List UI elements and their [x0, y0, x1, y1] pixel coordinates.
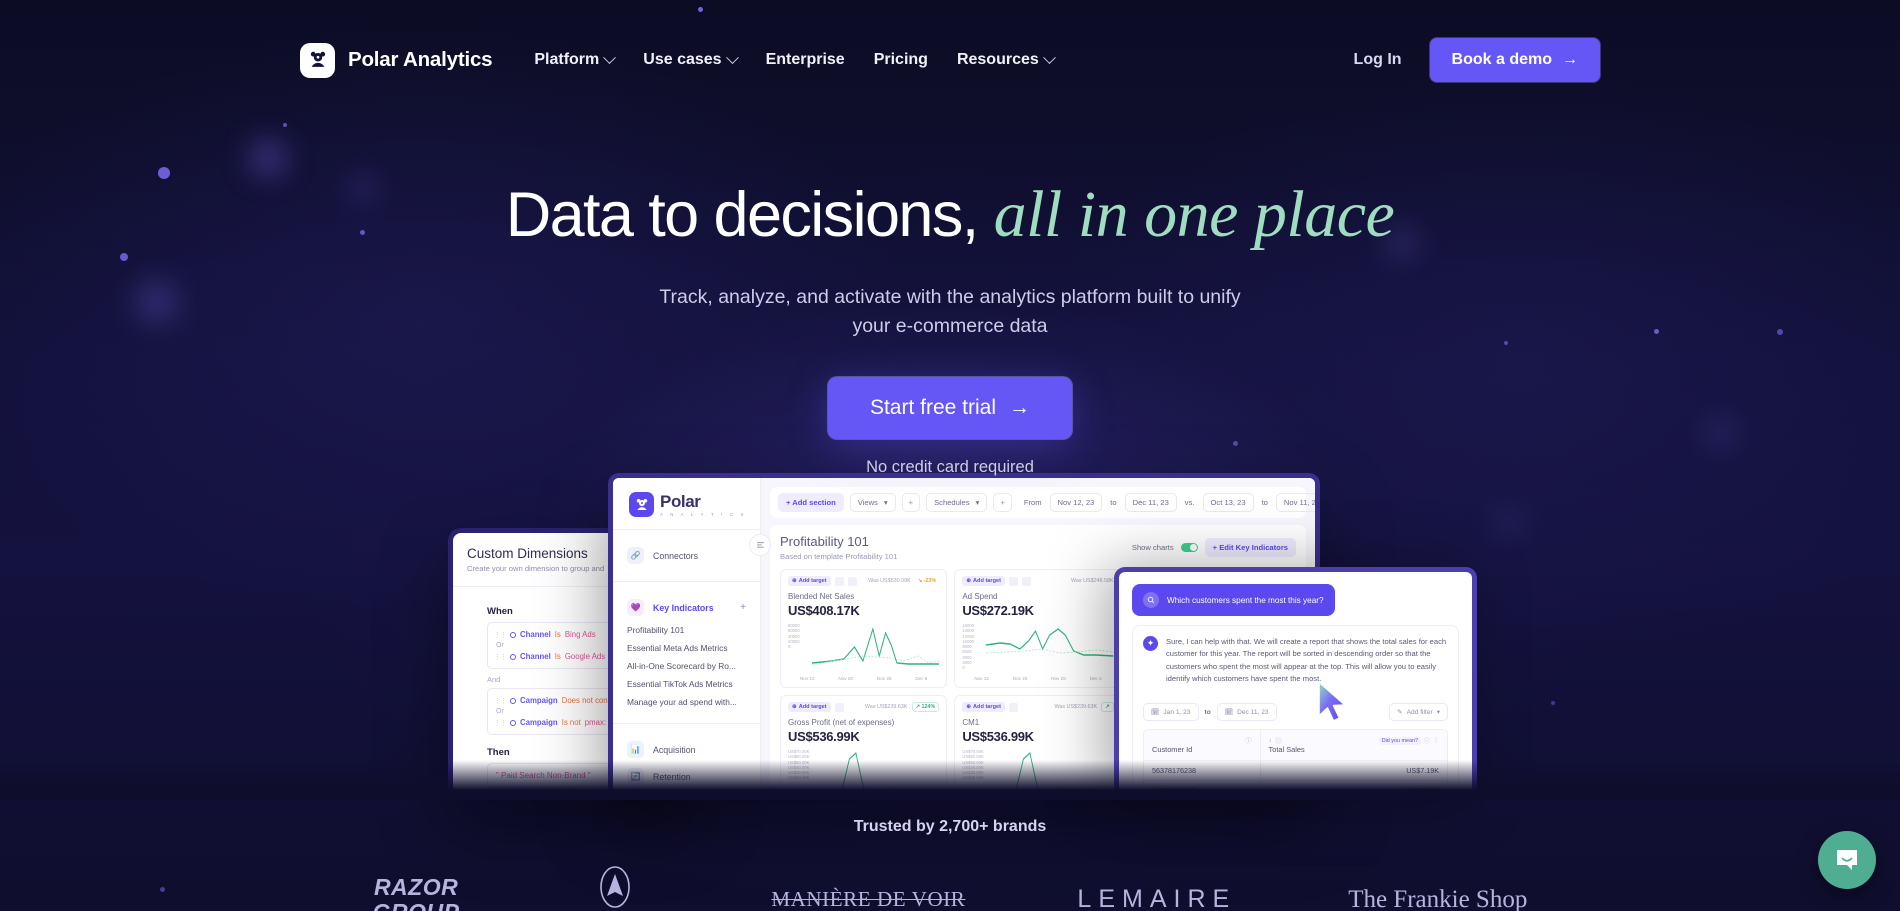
hero-cta: Start free trial → No credit card requir… — [0, 377, 1900, 477]
logo-lemaire: LEMAIRE — [1077, 885, 1237, 911]
nav-item-platform[interactable]: Platform — [534, 50, 617, 69]
nav-item-resources-label: Resources — [956, 51, 1039, 68]
hero-section: Data to decisions, all in one place Trac… — [0, 180, 1900, 477]
chevron-down-icon — [603, 50, 617, 64]
book-a-demo-button[interactable]: Book a demo → — [1429, 38, 1600, 82]
arrow-right-icon: → — [1562, 51, 1578, 68]
logo-volcom: VOLCOM — [572, 866, 660, 911]
book-a-demo-label: Book a demo — [1451, 51, 1552, 68]
top-navigation: Polar Analytics Platform Use cases Enter… — [0, 38, 1900, 82]
nav-item-pricing[interactable]: Pricing — [874, 51, 928, 69]
trusted-by-heading: Trusted by 2,700+ brands — [853, 818, 1047, 835]
volcom-stone-icon — [600, 866, 631, 908]
nav-item-use-cases-label: Use cases — [643, 51, 722, 68]
hero-title-script: all in one place — [993, 178, 1395, 251]
start-free-trial-label: Start free trial — [869, 396, 997, 420]
hero-subtitle-line1: Track, analyze, and activate with the an… — [659, 286, 1241, 309]
nav-item-pricing-label: Pricing — [873, 51, 928, 68]
nav-item-resources[interactable]: Resources — [956, 50, 1056, 69]
brand-logos: RAZOR GROUP VOLCOM MANIÈRE DE VOIR LEMAI… — [0, 866, 1900, 911]
support-chat-widget-button[interactable] — [1818, 831, 1876, 889]
logo-the-frankie-shop: The Frankie Shop — [1348, 885, 1528, 911]
chat-smile-icon — [1837, 850, 1857, 870]
no-credit-card-note: No credit card required — [866, 458, 1034, 477]
landing-page: Polar Analytics Platform Use cases Enter… — [0, 0, 1900, 911]
logo-razor-line1: RAZOR — [373, 874, 459, 901]
brand-logo-link[interactable]: Polar Analytics — [300, 42, 493, 78]
trusted-by-section: Trusted by 2,700+ brands RAZOR GROUP VOL… — [0, 818, 1900, 911]
chevron-down-icon — [1042, 50, 1056, 64]
nav-links: Platform Use cases Enterprise Pricing Re… — [534, 50, 1056, 69]
nav-item-use-cases[interactable]: Use cases — [643, 50, 739, 69]
polar-bear-logo-icon — [300, 42, 335, 78]
hero-subtitle: Track, analyze, and activate with the an… — [0, 283, 1900, 341]
logo-razor-group: RAZOR GROUP — [373, 875, 460, 911]
nav-item-enterprise-label: Enterprise — [765, 51, 845, 68]
logo-razor-line2: GROUP — [373, 899, 460, 911]
logo-maniere-de-voir: MANIÈRE DE VOIR — [771, 887, 966, 911]
chevron-down-icon — [725, 50, 739, 64]
arrow-right-icon: → — [1009, 396, 1031, 420]
product-screenshot-collage — [0, 455, 1900, 800]
page-title: Data to decisions, all in one place — [0, 180, 1900, 249]
nav-item-enterprise[interactable]: Enterprise — [766, 51, 845, 69]
login-link[interactable]: Log In — [1354, 51, 1402, 69]
brand-name: Polar Analytics — [348, 48, 493, 71]
start-free-trial-button[interactable]: Start free trial → — [827, 377, 1073, 440]
nav-item-platform-label: Platform — [534, 51, 600, 68]
nav-actions: Log In Book a demo → — [1354, 38, 1600, 82]
hero-title-plain: Data to decisions, — [505, 180, 980, 250]
hero-subtitle-line2: your e-commerce data — [852, 315, 1048, 338]
